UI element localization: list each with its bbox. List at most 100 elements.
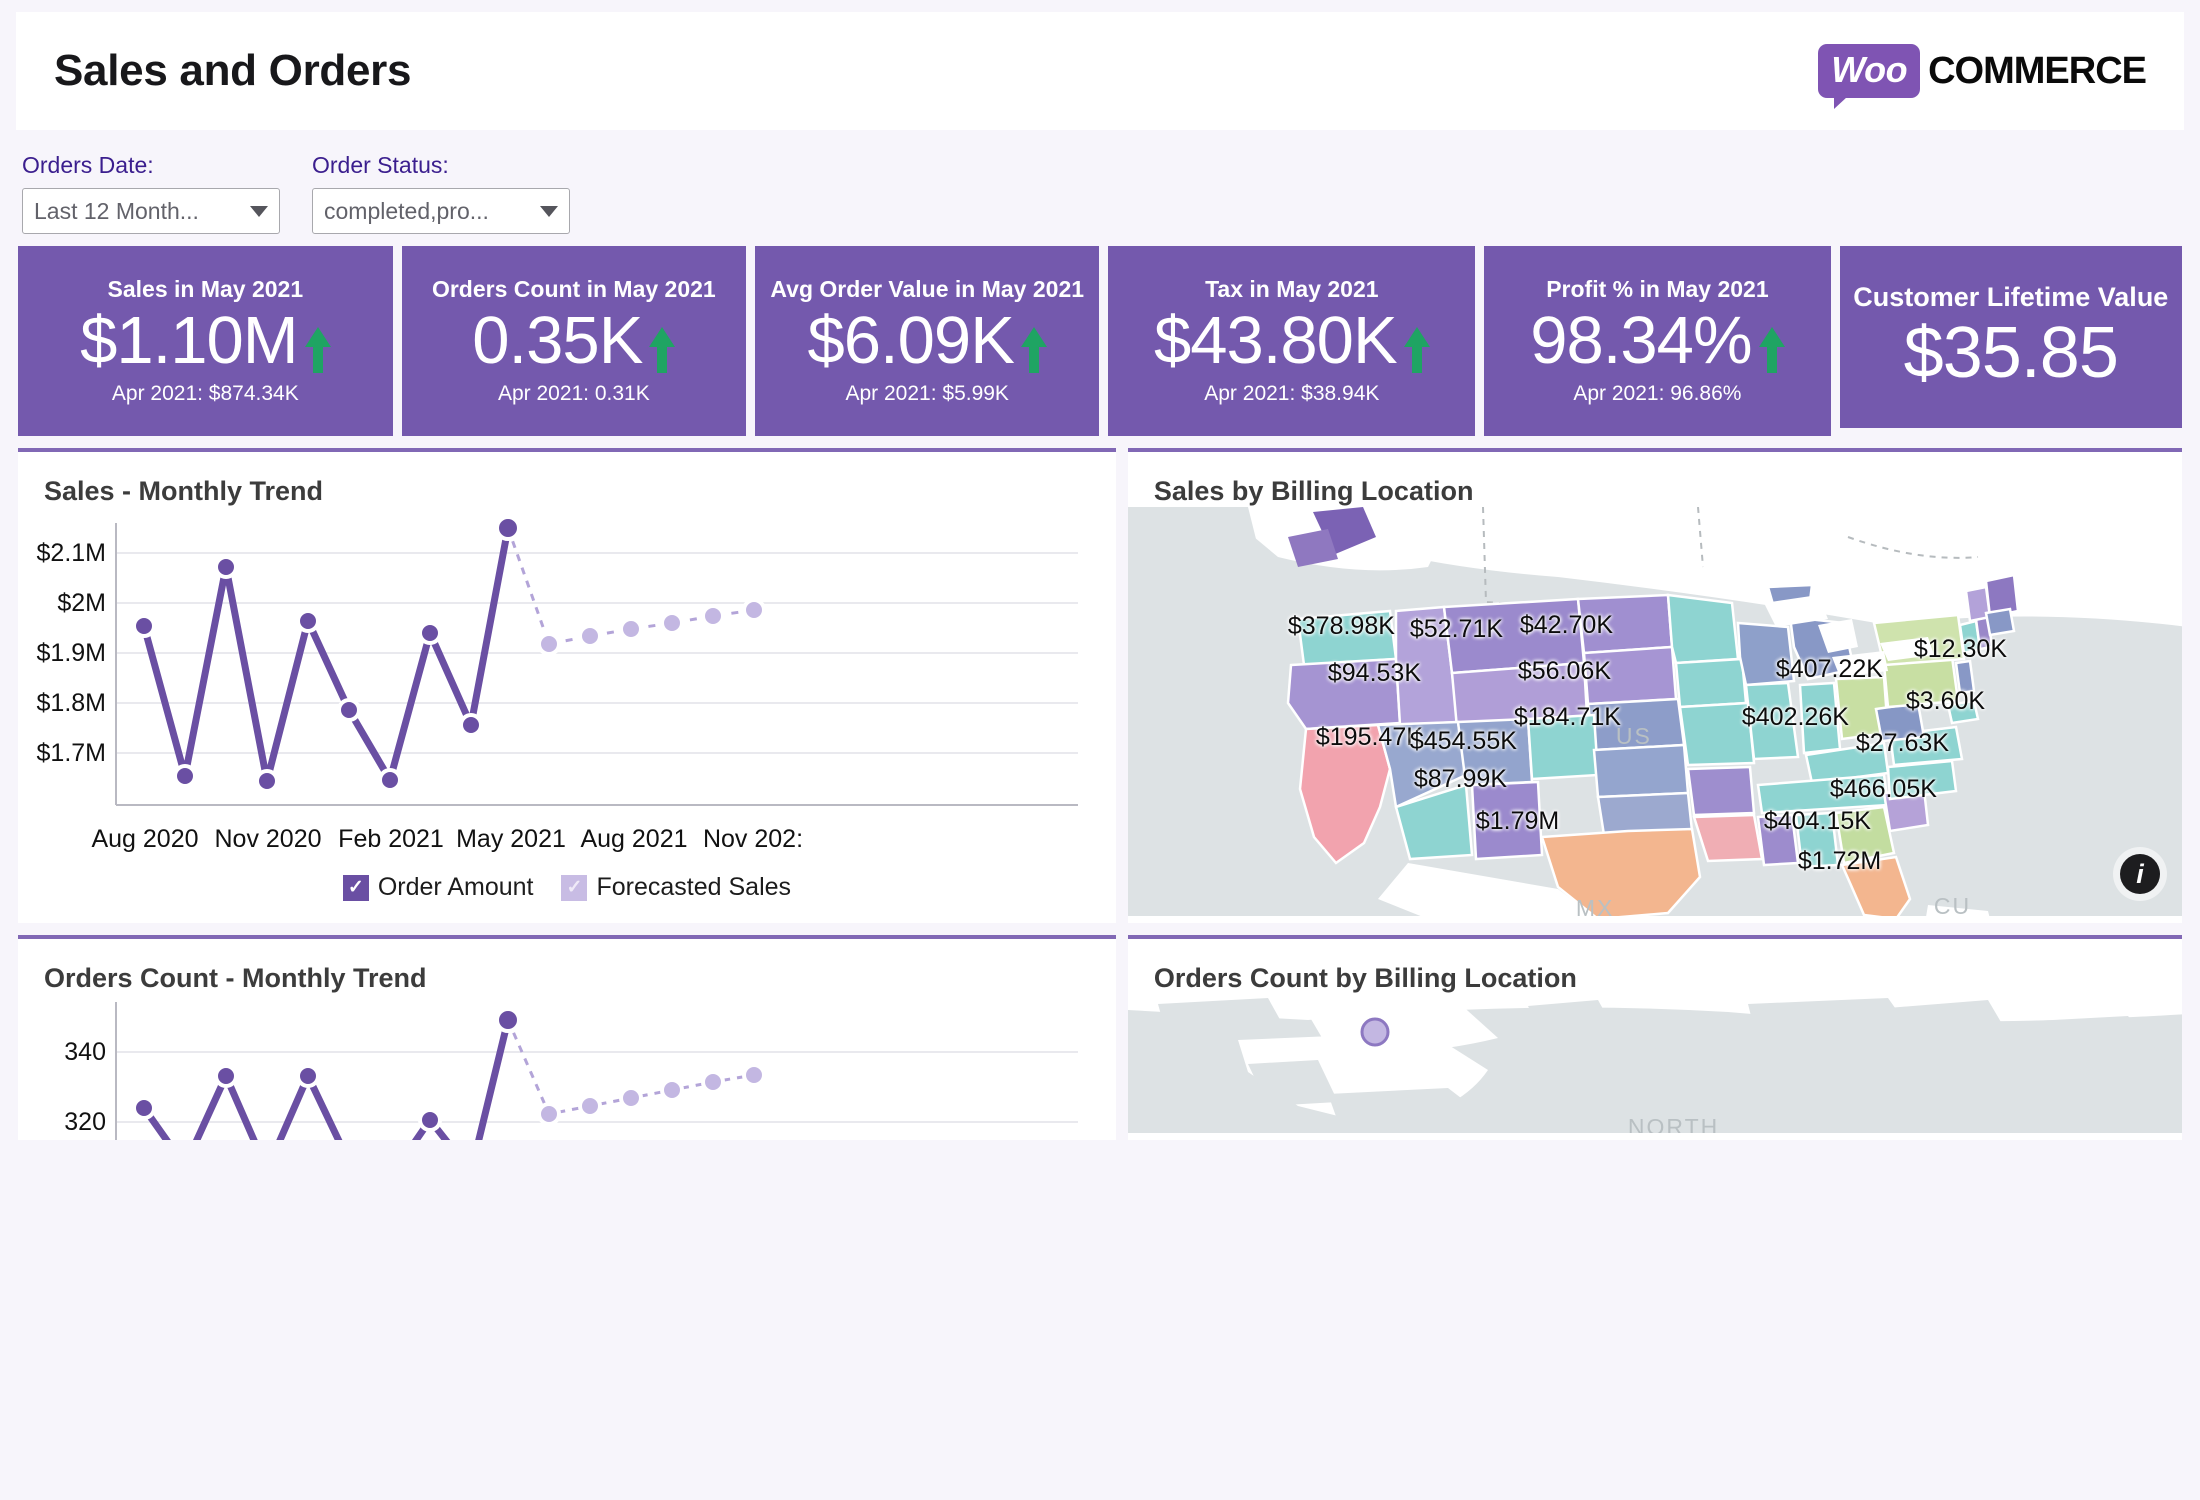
world-map-svg (1127, 994, 2182, 1133)
svg-text:Aug 2021: Aug 2021 (580, 825, 687, 853)
kpi-comparison: Apr 2021: 0.31K (497, 381, 650, 405)
kpi-value: 0.35K (472, 303, 643, 379)
map-value-label: $52.71K (1409, 615, 1504, 643)
panel-sales-monthly-trend: Sales - Monthly Trend $2.1M $2M $1.9M $1… (18, 448, 1116, 923)
orders-date-value: Last 12 Month... (34, 197, 199, 224)
kpi-card-tax[interactable]: Tax in May 2021 $43.80K Apr 2021: $38.94… (1108, 246, 1476, 436)
kpi-title: Sales in May 2021 (107, 276, 304, 303)
map-value-label: $195.47K (1315, 723, 1423, 751)
kpi-title: Tax in May 2021 (1205, 276, 1379, 303)
svg-text:May 2021: May 2021 (456, 825, 566, 853)
svg-text:$2.1M: $2.1M (37, 539, 106, 567)
chart-gridlines (116, 552, 1078, 754)
map-value-label: $12.30K (1913, 635, 2008, 663)
trend-up-icon (304, 327, 331, 374)
filter-orders-date: Orders Date: Last 12 Month... (22, 152, 280, 234)
orders-date-select[interactable]: Last 12 Month... (22, 188, 280, 234)
map-value-label: $1.79M (1475, 807, 1560, 835)
map-data-point (1360, 1017, 1390, 1047)
kpi-title: Profit % in May 2021 (1546, 276, 1769, 303)
chevron-down-icon (250, 205, 268, 217)
panel-sales-by-billing-location: Sales by Billing Location US MX CU $378.… (1127, 448, 2182, 923)
panel-title: Sales by Billing Location (1153, 476, 1474, 506)
kpi-comparison: Apr 2021: $5.99K (845, 381, 1009, 405)
sales-choropleth-map[interactable]: US MX CU $378.98K $52.71K $42.70K $94.53… (1127, 507, 2182, 916)
legend-item-forecasted-sales[interactable]: ✓ Forecasted Sales (561, 873, 791, 902)
kpi-value: $35.85 (1903, 312, 2119, 393)
panel-row-1: Sales - Monthly Trend $2.1M $2M $1.9M $1… (16, 448, 2184, 923)
kpi-value: $6.09K (807, 303, 1015, 379)
trend-up-icon (1403, 327, 1430, 374)
kpi-card-row: Sales in May 2021 $1.10M Apr 2021: $874.… (16, 246, 2184, 436)
map-value-label: $378.98K (1287, 612, 1395, 640)
map-value-label: $42.70K (1519, 611, 1614, 639)
kpi-card-orders-count[interactable]: Orders Count in May 2021 0.35K Apr 2021:… (401, 246, 747, 436)
x-tick-labels: Aug 2020 Nov 2020 Feb 2021 May 2021 Aug … (91, 825, 803, 853)
dashboard-page: Sales and Orders Woo COMMERCE Orders Dat… (0, 12, 2200, 1500)
forecast-markers (537, 1063, 766, 1126)
kpi-card-avg-order-value[interactable]: Avg Order Value in May 2021 $6.09K Apr 2… (755, 246, 1100, 436)
us-map-svg (1127, 507, 2182, 916)
svg-text:Feb 2021: Feb 2021 (338, 825, 444, 853)
kpi-title: Customer Lifetime Value (1853, 281, 2169, 312)
orders-trend-chart[interactable]: 340 320 (18, 994, 1116, 1140)
map-value-label: $466.05K (1829, 775, 1937, 803)
map-watermark-north: NORTH (1627, 1114, 1720, 1133)
page-title: Sales and Orders (54, 46, 412, 95)
sales-trend-chart[interactable]: $2.1M $2M $1.9M $1.8M $1.7M Aug 2020 Nov… (18, 507, 1116, 916)
map-watermark-mx: MX (1575, 895, 1615, 916)
kpi-value: $43.80K (1154, 303, 1398, 379)
map-value-label: $27.63K (1855, 729, 1950, 757)
orders-line-chart-svg: 340 320 (64, 1002, 1078, 1140)
woo-commerce-wordmark: COMMERCE (1928, 49, 2147, 92)
map-value-label: $407.22K (1775, 655, 1883, 683)
map-value-label: $404.15K (1763, 807, 1871, 835)
trend-up-icon (649, 327, 676, 374)
map-value-label: $3.60K (1905, 687, 1986, 715)
svg-text:$1.9M: $1.9M (37, 639, 106, 667)
order-status-select[interactable]: completed,pro... (312, 188, 570, 234)
svg-text:340: 340 (64, 1038, 106, 1066)
svg-text:$1.7M: $1.7M (37, 739, 106, 767)
legend-label: Forecasted Sales (596, 873, 792, 901)
filter-order-status: Order Status: completed,pro... (312, 152, 570, 234)
map-value-label: $87.99K (1413, 765, 1508, 793)
panel-title: Orders Count - Monthly Trend (44, 963, 427, 993)
y-tick-labels: $2.1M $2M $1.9M $1.8M $1.7M (37, 539, 106, 767)
map-value-label: $94.53K (1327, 659, 1422, 687)
map-value-label: $184.71K (1513, 703, 1621, 731)
checkbox-checked-icon[interactable]: ✓ (342, 874, 369, 901)
map-value-label: $454.55K (1409, 727, 1517, 755)
panel-title: Sales - Monthly Trend (44, 476, 324, 506)
kpi-card-profit-pct[interactable]: Profit % in May 2021 98.34% Apr 2021: 96… (1484, 246, 1831, 436)
order-amount-series-line (140, 524, 512, 785)
kpi-card-customer-lifetime-value[interactable]: Customer Lifetime Value $35.85 (1839, 246, 2182, 428)
map-watermark-cu: CU (1933, 893, 1972, 916)
sales-line-chart-svg: $2.1M $2M $1.9M $1.8M $1.7M Aug 2020 Nov… (37, 515, 1078, 853)
kpi-card-sales[interactable]: Sales in May 2021 $1.10M Apr 2021: $874.… (18, 246, 393, 436)
map-value-label: $402.26K (1741, 703, 1849, 731)
order-status-label: Order Status: (312, 152, 449, 178)
checkbox-checked-icon[interactable]: ✓ (561, 874, 588, 901)
trend-up-icon (1758, 327, 1785, 374)
map-value-label: $1.72M (1797, 847, 1882, 875)
woocommerce-logo: Woo COMMERCE (1818, 44, 2147, 109)
orders-world-map[interactable]: NORTH (1127, 994, 2182, 1133)
chevron-down-icon (540, 205, 558, 217)
svg-text:$1.8M: $1.8M (37, 689, 106, 717)
filter-bar: Orders Date: Last 12 Month... Order Stat… (16, 130, 2184, 246)
svg-text:Nov 202:: Nov 202: (703, 825, 803, 853)
legend-label: Order Amount (377, 873, 534, 901)
legend-item-order-amount[interactable]: ✓ Order Amount (342, 873, 534, 902)
kpi-value: 98.34% (1530, 303, 1752, 379)
chart-legend: ✓ Order Amount ✓ Forecasted Sales (18, 873, 1116, 902)
map-value-label: $56.06K (1517, 657, 1612, 685)
kpi-value: $1.10M (80, 303, 298, 379)
panel-orders-count-by-billing-location: Orders Count by Billing Location NORTH (1127, 935, 2182, 1140)
map-watermark-us: US (1615, 723, 1652, 749)
info-icon[interactable]: i (2120, 854, 2160, 894)
panel-title: Orders Count by Billing Location (1153, 963, 1577, 993)
order-status-value: completed,pro... (324, 197, 489, 224)
kpi-title: Orders Count in May 2021 (431, 276, 716, 303)
orders-date-label: Orders Date: (22, 152, 154, 178)
